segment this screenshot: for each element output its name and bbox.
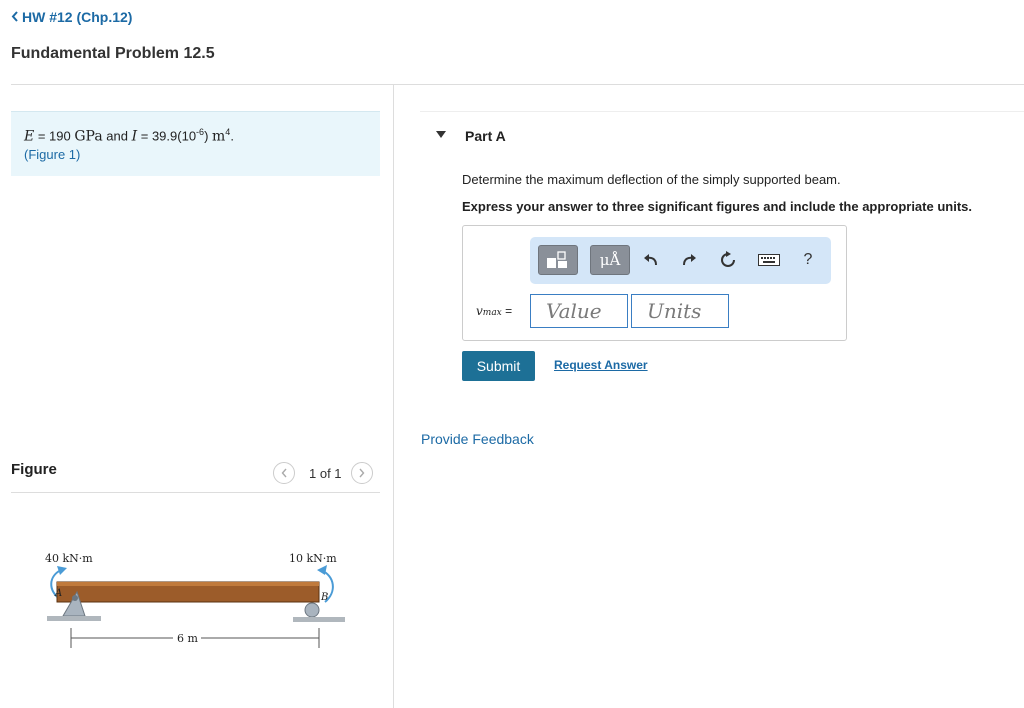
e-symbol: E (24, 128, 35, 145)
left-moment-label: 40 kN·m (45, 552, 93, 565)
i-unit: m (212, 128, 226, 145)
help-icon: ? (803, 251, 813, 268)
submit-button[interactable]: Submit (462, 351, 535, 381)
beam-diagram: 40 kN·m 10 kN·m A B 6 m (45, 552, 345, 648)
question-text: Determine the maximum deflection of the … (462, 172, 841, 187)
reset-icon (721, 251, 735, 267)
left-arrowhead (57, 566, 67, 575)
and-text: and (102, 128, 132, 144)
back-link-label: HW #12 (Chp.12) (22, 9, 133, 25)
figure-link-wrapper: (Figure 1) (24, 147, 80, 162)
chevron-left-icon (11, 9, 19, 25)
redo-icon (683, 254, 696, 266)
period: . (230, 128, 234, 144)
value-input[interactable] (530, 294, 628, 328)
math-toolbar: μÅ ? (530, 237, 831, 284)
units-input[interactable] (631, 294, 729, 328)
provide-feedback-link[interactable]: Provide Feedback (421, 431, 534, 447)
close-paren: ) (204, 128, 213, 144)
e-value: = 190 (34, 128, 75, 144)
figure-link[interactable]: (Figure 1) (24, 147, 80, 162)
back-link[interactable]: HW #12 (Chp.12) (11, 9, 132, 25)
collapse-triangle-icon[interactable] (436, 131, 446, 138)
support-b-label: B (320, 592, 328, 603)
pin-icon (72, 595, 78, 601)
equals-sign: = (501, 304, 513, 318)
instructions-text: Express your answer to three significant… (462, 199, 972, 214)
part-header (420, 111, 1024, 161)
undo-button[interactable] (640, 249, 662, 271)
units-button[interactable]: μÅ (590, 245, 630, 275)
roller-support-b (304, 602, 320, 618)
chevron-left-icon (281, 468, 287, 478)
figure-pager: 1 of 1 (273, 461, 373, 485)
next-figure-button[interactable] (350, 462, 373, 484)
e-unit: GPa (74, 128, 103, 145)
i-value: = 39.9(10 (137, 128, 197, 144)
ground-b (293, 617, 345, 622)
variable-label: vmax = (476, 304, 512, 318)
redo-button[interactable] (678, 249, 700, 271)
templates-button[interactable] (538, 245, 578, 275)
undo-icon (644, 254, 657, 266)
reset-button[interactable] (717, 249, 739, 271)
header-divider (11, 84, 1024, 85)
given-values: E = 190 GPa and I = 39.9(10-6) m4. (24, 127, 234, 144)
keyboard-button[interactable] (756, 249, 782, 271)
right-moment-label: 10 kN·m (289, 552, 337, 565)
part-label[interactable]: Part A (465, 128, 506, 144)
request-answer-link[interactable]: Request Answer (554, 358, 648, 372)
prev-figure-button[interactable] (273, 462, 295, 484)
figure-divider (11, 492, 380, 493)
chevron-right-icon (359, 468, 365, 478)
given-info-box: E = 190 GPa and I = 39.9(10-6) m4. (Figu… (11, 111, 380, 176)
pager-count: 1 of 1 (309, 465, 342, 481)
support-a-label: A (54, 588, 62, 599)
column-divider (393, 85, 394, 708)
page-title: Fundamental Problem 12.5 (11, 45, 215, 62)
help-button[interactable]: ? (797, 249, 819, 271)
ground-a (47, 616, 101, 621)
variable-symbol: v (476, 304, 483, 318)
beam-highlight (57, 582, 319, 586)
keyboard-icon (758, 254, 780, 266)
figure-heading: Figure (11, 461, 57, 478)
i-exponent: -6 (196, 127, 205, 137)
template-icon (547, 251, 567, 268)
span-label: 6 m (177, 632, 198, 645)
units-button-label: μÅ (599, 251, 621, 269)
variable-subscript: max (482, 308, 502, 318)
